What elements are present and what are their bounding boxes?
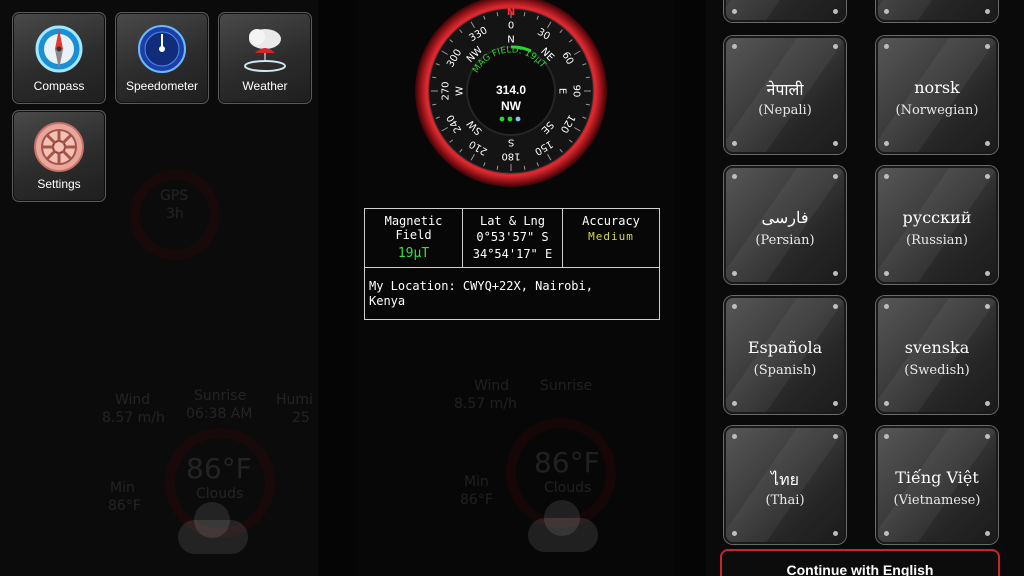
heading-value: 314.0 (496, 83, 526, 97)
magnetic-field-value: 19µT (397, 246, 430, 261)
app-tile-compass[interactable]: Compass (12, 12, 106, 104)
app-tile-weather[interactable]: Weather (218, 12, 312, 104)
accuracy-cell: Accuracy Medium (563, 209, 659, 267)
accuracy-value: Medium (588, 230, 634, 243)
status-dot-2 (507, 116, 513, 122)
status-dot-3 (515, 116, 521, 122)
language-english-name: (Thai) (765, 493, 805, 508)
ghost-condition-2: Clouds (544, 480, 592, 496)
language-card-nepali[interactable]: नेपाली (Nepali) (724, 36, 846, 154)
language-card-above-2[interactable] (876, 0, 998, 22)
lat-lng-cell: Lat & Lng 0°53'57" S 34°54'17" E (463, 209, 562, 267)
ghost-wind-label-2: Wind (474, 378, 510, 394)
dial-degree-label: 270 (441, 81, 452, 100)
ghost-wind-value: 8.57 m/h (102, 410, 165, 426)
app-label-weather: Weather (242, 79, 288, 93)
language-native-name: русский (902, 208, 972, 227)
ghost-wind-label: Wind (115, 392, 151, 408)
app-launcher-panel: GPS 3h Wind 8.57 m/h Sunrise 06:38 AM Hu… (0, 0, 318, 576)
dial-tick-mark (496, 165, 499, 170)
language-card-persian[interactable]: فارسی (Persian) (724, 166, 846, 284)
lat-lng-label: Lat & Lng (479, 214, 546, 228)
my-location-text: My Location: CWYQ+22X, Nairobi, Kenya (369, 279, 593, 308)
settings-gear-icon (33, 121, 85, 173)
dial-direction-label: W (455, 86, 466, 96)
language-card-swedish[interactable]: svenska (Swedish) (876, 296, 998, 414)
magnetic-field-label: Magnetic Field (384, 214, 443, 242)
ghost-humidity-label: Humi (276, 392, 313, 408)
language-english-name: (Persian) (755, 233, 815, 248)
compass-icon (33, 23, 85, 75)
language-card-russian[interactable]: русский (Russian) (876, 166, 998, 284)
dial-degree-label: 180 (501, 151, 520, 162)
language-picker-panel: 8 नेपाली(Nepali)norsk(Norwegian)فارسی(Pe… (706, 0, 1024, 576)
magnetic-field-cell: Magnetic Field 19µT (365, 209, 462, 267)
dial-degree-label: 0 (508, 21, 514, 32)
dial-tick-mark (432, 103, 437, 106)
continue-english-button[interactable]: Continue with English (720, 549, 1000, 576)
language-english-name: (Vietnamese) (893, 493, 981, 508)
language-native-name: नेपाली (766, 80, 804, 99)
language-card-above-1[interactable] (724, 0, 846, 22)
language-card-vietnamese[interactable]: Tiếng Việt (Vietnamese) (876, 426, 998, 544)
sensor-info-table: Magnetic Field 19µT Lat & Lng 0°53'57" S… (364, 208, 660, 320)
dial-tick-mark (585, 76, 590, 79)
dial-tick-mark (585, 103, 590, 106)
dial-direction-label: S (508, 137, 514, 148)
app-label-speedometer: Speedometer (125, 79, 199, 93)
app-label-settings: Settings (37, 177, 81, 191)
app-tile-speedometer[interactable]: Speedometer (115, 12, 209, 104)
language-english-name: (Nepali) (758, 103, 812, 118)
heading-direction: NW (501, 99, 522, 113)
language-card-thai[interactable]: ไทย (Thai) (724, 426, 846, 544)
dial-direction-label: E (557, 88, 568, 94)
accuracy-label: Accuracy (582, 214, 640, 228)
language-native-name: Tiếng Việt (895, 468, 979, 487)
language-card-spanish[interactable]: Española (Spanish) (724, 296, 846, 414)
language-native-name: Española (747, 338, 823, 357)
compass-panel: Wind 8.57 m/h Sunrise 86°F Clouds Min 86… (356, 0, 674, 576)
dial-tick-mark (523, 165, 526, 170)
ghost-sunrise-label: Sunrise (194, 388, 247, 404)
language-native-name: فارسی (761, 208, 809, 227)
language-card-norwegian[interactable]: norsk (Norwegian) (876, 36, 998, 154)
ghost-min-value-2: 86°F (460, 492, 493, 508)
app-tile-settings[interactable]: Settings (12, 110, 106, 202)
dial-tick-mark (432, 76, 437, 79)
dial-direction-label: N (507, 35, 514, 46)
ghost-sunrise-label-2: Sunrise (540, 378, 593, 394)
app-label-compass: Compass (33, 79, 85, 93)
speedometer-icon (136, 23, 188, 75)
ghost-temperature-2: 86°F (534, 446, 600, 479)
ghost-sunrise-value: 06:38 AM (186, 406, 253, 422)
ghost-cloud-icon (178, 502, 248, 554)
language-native-name: norsk (914, 78, 960, 97)
ghost-cloud-icon-2 (528, 500, 598, 552)
ghost-min-label-2: Min (464, 474, 489, 490)
dial-tick-mark (496, 12, 499, 17)
ghost-humidity-value: 25 (292, 410, 310, 426)
ghost-condition: Clouds (196, 486, 244, 502)
language-english-name: (Norwegian) (895, 103, 979, 118)
ghost-min-value: 86°F (108, 498, 141, 514)
ghost-gps-value: 3h (166, 206, 184, 222)
status-dot-1 (499, 116, 505, 122)
weather-icon (239, 23, 291, 75)
ghost-gps-label: GPS (160, 188, 189, 204)
ghost-wind-value-2: 8.57 m/h (454, 396, 517, 412)
latitude-value: 0°53'57" S (476, 230, 549, 244)
language-native-name: svenska (904, 338, 970, 357)
dial-tick-mark (523, 12, 526, 17)
language-english-name: (Spanish) (753, 363, 817, 378)
dial-degree-label: 90 (571, 85, 582, 98)
north-marker: N (507, 7, 515, 18)
language-native-name: ไทย (771, 470, 799, 489)
language-english-name: (Russian) (906, 233, 968, 248)
language-english-name: (Swedish) (904, 363, 970, 378)
longitude-value: 34°54'17" E (472, 247, 553, 261)
ghost-min-label: Min (110, 480, 135, 496)
compass-dial: 0306090120150180210240270300330 NNEESESS… (415, 0, 607, 187)
ghost-temperature: 86°F (186, 452, 252, 485)
